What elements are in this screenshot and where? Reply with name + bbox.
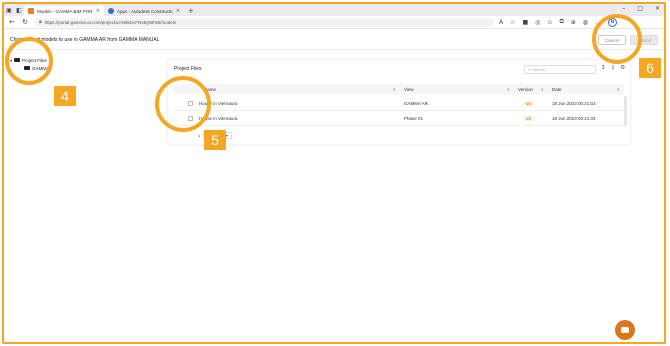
- sort-arrows-icon[interactable]: ⇕: [393, 87, 396, 92]
- annotation-badge: 6: [639, 58, 661, 78]
- close-icon[interactable]: ×: [176, 8, 180, 14]
- refresh-icon[interactable]: ↻: [21, 18, 29, 26]
- column-view[interactable]: View ⇕: [400, 84, 514, 94]
- shield-icon[interactable]: ◍: [583, 19, 588, 26]
- chevron-down-icon: ▾: [225, 133, 228, 138]
- lock-icon: 🔒︎: [39, 19, 42, 25]
- column-label: Date: [552, 86, 562, 92]
- table-row[interactable]: House in Viernaura Phase 01 V2 18 Jun 20…: [174, 111, 624, 126]
- url-text: https://portal.gamma-ai.com/projects/AN9…: [44, 19, 176, 25]
- version-badge: V2: [524, 100, 533, 106]
- read-aloud-icon[interactable]: A: [499, 19, 503, 26]
- sort-arrows-icon[interactable]: ⇕: [617, 87, 620, 92]
- annotation-badge: 4: [54, 86, 76, 106]
- autodesk-favicon-icon: [108, 8, 114, 14]
- date-value: 18 Jun 2023 00:21:03: [552, 115, 596, 121]
- panel-actions: ↕ ⇪ ⚙: [601, 65, 625, 71]
- favorites-icon[interactable]: ✩: [547, 19, 552, 26]
- search-icon: ⌕: [528, 67, 531, 72]
- close-icon[interactable]: ×: [96, 8, 100, 14]
- tab-title: Apps - Autodesk Construction C: [117, 8, 173, 14]
- column-label: View: [404, 86, 414, 92]
- settings-icon[interactable]: ⚙: [620, 65, 625, 71]
- view-name: GAMMA AR: [404, 100, 429, 106]
- chat-bubble-icon: [621, 327, 629, 333]
- sort-icon[interactable]: ↕: [601, 65, 606, 71]
- column-label: Version: [518, 86, 534, 92]
- panel-title: Project Files: [174, 66, 202, 72]
- sort-arrows-icon[interactable]: ⇕: [541, 87, 544, 92]
- sort-arrows-icon[interactable]: ⇕: [507, 87, 510, 92]
- table-row[interactable]: House in Viernaura GAMMA AR V2 18 Jun 20…: [174, 96, 624, 111]
- new-tab-icon[interactable]: +: [184, 6, 198, 16]
- tab-strip: ▣ ◧ Models - GAMMA BIM PORTAL × Apps - A…: [4, 4, 664, 16]
- tab-models[interactable]: Models - GAMMA BIM PORTAL ×: [24, 6, 104, 16]
- annotation-ring-tree: [5, 37, 53, 85]
- upload-icon[interactable]: ⇪: [611, 65, 616, 71]
- maximize-icon[interactable]: □: [637, 5, 643, 12]
- view-name: Phase 01: [404, 115, 424, 121]
- search-input[interactable]: ⌕ Search: [524, 65, 596, 74]
- address-bar[interactable]: 🔒︎ https://portal.gamma-ai.com/projects/…: [34, 17, 494, 27]
- app-header: Choose Revit models to use in GAMMA AR f…: [4, 30, 664, 50]
- window-close-icon[interactable]: ×: [655, 5, 660, 12]
- gamma-favicon-icon: [28, 8, 34, 14]
- extension-icon[interactable]: ■: [523, 19, 529, 26]
- table-scrollbar[interactable]: [624, 96, 627, 126]
- refresh-circle-icon[interactable]: ◎: [535, 19, 540, 26]
- back-icon[interactable]: ←: [8, 18, 16, 26]
- tab-title: Models - GAMMA BIM PORTAL: [37, 8, 93, 14]
- collections-icon[interactable]: ⊕: [571, 19, 576, 26]
- annotation-ring-submit: [592, 14, 642, 64]
- tab-actions-icon[interactable]: ◧: [14, 4, 24, 16]
- version-badge: V2: [524, 115, 533, 121]
- favorite-icon[interactable]: ☆: [510, 19, 515, 26]
- column-version[interactable]: Version ⇕: [514, 84, 548, 94]
- search-placeholder: Search: [532, 67, 545, 72]
- project-files-panel: Project Files ⌕ Search ↕ ⇪ ⚙ Name ⇕ View ⇕…: [168, 60, 630, 144]
- window-menu-icon[interactable]: ▣: [4, 4, 14, 16]
- annotation-ring-checkbox: [155, 76, 211, 132]
- browser-window: ▣ ◧ Models - GAMMA BIM PORTAL × Apps - A…: [2, 2, 666, 344]
- page-number[interactable]: 1: [198, 133, 200, 138]
- column-date[interactable]: Date ⇕: [548, 84, 624, 94]
- address-bar-row: ← ↻ 🔒︎ https://portal.gamma-ai.com/proje…: [4, 16, 664, 29]
- split-screen-icon[interactable]: ⧉: [559, 18, 563, 26]
- window-controls: – □ ×: [622, 5, 660, 12]
- table-header: Name ⇕ View ⇕ Version ⇕ Date ⇕: [174, 84, 624, 94]
- chat-button[interactable]: [615, 320, 635, 340]
- minimize-icon[interactable]: –: [622, 5, 625, 12]
- tab-apps[interactable]: Apps - Autodesk Construction C ×: [104, 6, 184, 16]
- date-value: 18 Jun 2023 00:21:03: [552, 100, 596, 106]
- annotation-badge: 5: [204, 130, 226, 150]
